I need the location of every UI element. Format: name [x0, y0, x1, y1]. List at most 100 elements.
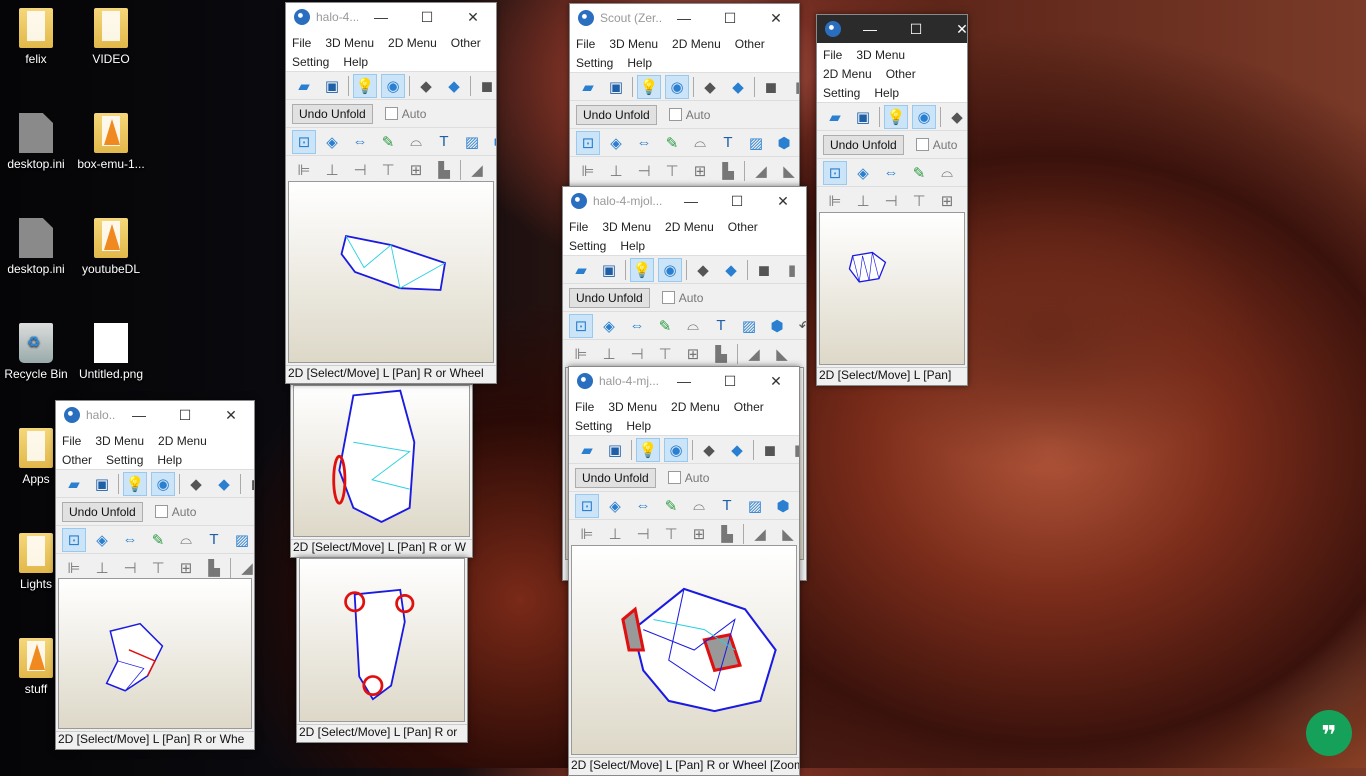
save-icon[interactable]: ▣ [320, 74, 344, 98]
text-icon[interactable]: T [963, 161, 967, 185]
menu-other[interactable]: Other [735, 37, 765, 51]
hangouts-icon[interactable]: ❞ [1306, 710, 1352, 756]
flip-icon[interactable]: ◢ [749, 159, 773, 183]
close-button[interactable]: ✕ [939, 21, 967, 38]
menu-file[interactable]: File [823, 48, 842, 62]
text-icon[interactable]: T [716, 131, 740, 155]
flip-icon[interactable]: ◢ [235, 556, 254, 580]
select-3d-icon[interactable]: ◆ [691, 258, 715, 282]
menu-file[interactable]: File [292, 36, 311, 50]
image-icon[interactable]: ▨ [744, 131, 768, 155]
menu-setting[interactable]: Setting [569, 239, 606, 253]
paint-icon[interactable]: ◼ [475, 74, 496, 98]
rotate-icon[interactable]: ◈ [603, 494, 627, 518]
menu-2d-menu[interactable]: 2D Menu [672, 37, 721, 51]
align-bottom-icon[interactable]: ▙ [202, 556, 226, 580]
rotate-icon[interactable]: ◈ [604, 131, 628, 155]
menu-3d-menu[interactable]: 3D Menu [609, 37, 658, 51]
align-center-icon[interactable]: ⊥ [603, 522, 627, 546]
align-bottom-icon[interactable]: ▙ [709, 342, 733, 366]
select-3d-green-icon[interactable]: ◆ [726, 75, 750, 99]
undo-unfold-button[interactable]: Undo Unfold [575, 467, 656, 488]
align-middle-icon[interactable]: ⊞ [174, 556, 198, 580]
align-left-icon[interactable]: ⊫ [575, 522, 599, 546]
align-right-icon[interactable]: ⊣ [625, 342, 649, 366]
save-icon[interactable]: ▣ [90, 472, 114, 496]
select-3d-icon[interactable]: ◆ [184, 472, 208, 496]
align-left-icon[interactable]: ⊫ [823, 189, 847, 213]
close-button[interactable]: ✕ [760, 193, 806, 210]
3d-view-icon[interactable]: ◉ [151, 471, 175, 496]
menu-setting[interactable]: Setting [575, 419, 612, 433]
menu-other[interactable]: Other [62, 453, 92, 467]
maximize-button[interactable]: ☐ [707, 373, 753, 390]
folder-open-icon[interactable]: ▰ [576, 75, 600, 99]
menu-other[interactable]: Other [451, 36, 481, 50]
lightbulb-icon[interactable]: 💡 [123, 471, 147, 496]
close-button[interactable]: ✕ [753, 10, 799, 27]
scale-icon[interactable]: ⇔ [625, 314, 649, 338]
folder-open-icon[interactable]: ▰ [575, 438, 599, 462]
cylinder-icon[interactable]: ▮ [787, 75, 799, 99]
select-3d-green-icon[interactable]: ◆ [725, 438, 749, 462]
desktop-icon-desktop-ini[interactable]: desktop.ini [0, 113, 74, 171]
align-middle-icon[interactable]: ⊞ [404, 158, 428, 182]
desktop-icon-untitled-png[interactable]: Untitled.png [73, 323, 149, 381]
align-right-icon[interactable]: ⊣ [632, 159, 656, 183]
undo-icon[interactable]: ↶ [793, 314, 806, 338]
scale-icon[interactable]: ⇔ [631, 494, 655, 518]
folder-open-icon[interactable]: ▰ [62, 472, 86, 496]
align-left-icon[interactable]: ⊫ [576, 159, 600, 183]
align-center-icon[interactable]: ⊥ [597, 342, 621, 366]
undo-icon[interactable]: ↶ [799, 494, 800, 518]
text-icon[interactable]: T [709, 314, 733, 338]
folder-open-icon[interactable]: ▰ [292, 74, 316, 98]
cube-icon[interactable]: ⬢ [765, 314, 789, 338]
3d-view-icon[interactable]: ◉ [658, 257, 682, 282]
flip-icon[interactable]: ◢ [465, 158, 489, 182]
align-center-icon[interactable]: ⊥ [320, 158, 344, 182]
checkbox-box[interactable] [154, 505, 168, 518]
lightbulb-icon[interactable]: 💡 [637, 74, 661, 99]
lightbulb-icon[interactable]: 💡 [884, 104, 908, 129]
desktop-icon-video[interactable]: VIDEO [73, 8, 149, 66]
desktop-icon-desktop-ini[interactable]: desktop.ini [0, 218, 74, 276]
menu-other[interactable]: Other [728, 220, 758, 234]
lightbulb-icon[interactable]: 💡 [353, 73, 377, 98]
3d-viewport[interactable] [293, 385, 470, 537]
flip-icon[interactable]: ◢ [748, 522, 772, 546]
menu-3d-menu[interactable]: 3D Menu [95, 434, 144, 448]
menu-help[interactable]: Help [620, 239, 645, 253]
menu-2d-menu[interactable]: 2D Menu [388, 36, 437, 50]
rotate-shape-icon[interactable]: ◣ [776, 522, 799, 546]
align-top-icon[interactable]: ⊤ [660, 159, 684, 183]
align-left-icon[interactable]: ⊫ [62, 556, 86, 580]
align-top-icon[interactable]: ⊤ [376, 158, 400, 182]
select-3d-green-icon[interactable]: ◆ [719, 258, 743, 282]
undo-unfold-button[interactable]: Undo Unfold [292, 103, 373, 124]
select-3d-icon[interactable]: ◆ [945, 105, 967, 129]
select-3d-green-icon[interactable]: ◆ [442, 74, 466, 98]
menu-file[interactable]: File [575, 400, 594, 414]
align-center-icon[interactable]: ⊥ [90, 556, 114, 580]
auto-checkbox[interactable]: Auto [384, 107, 426, 121]
align-bottom-icon[interactable]: ▙ [716, 159, 740, 183]
image-icon[interactable]: ▨ [737, 314, 761, 338]
select-move-icon[interactable]: ⊡ [569, 313, 593, 338]
maximize-button[interactable]: ☐ [707, 10, 753, 27]
3d-viewport[interactable] [299, 558, 465, 722]
menu-help[interactable]: Help [626, 419, 651, 433]
menu-3d-menu[interactable]: 3D Menu [608, 400, 657, 414]
lightbulb-icon[interactable]: 💡 [636, 437, 660, 462]
minimize-button[interactable]: — [116, 407, 162, 423]
rotate-icon[interactable]: ◈ [597, 314, 621, 338]
close-button[interactable]: ✕ [753, 373, 799, 390]
scale-icon[interactable]: ⇔ [632, 131, 656, 155]
cylinder-icon[interactable]: ▮ [786, 438, 799, 462]
maximize-button[interactable]: ☐ [162, 407, 208, 424]
rotate-shape-icon[interactable]: ◣ [777, 159, 799, 183]
align-middle-icon[interactable]: ⊞ [688, 159, 712, 183]
auto-checkbox[interactable]: Auto [661, 291, 703, 305]
menu-2d-menu[interactable]: 2D Menu [665, 220, 714, 234]
menu-3d-menu[interactable]: 3D Menu [856, 48, 905, 62]
